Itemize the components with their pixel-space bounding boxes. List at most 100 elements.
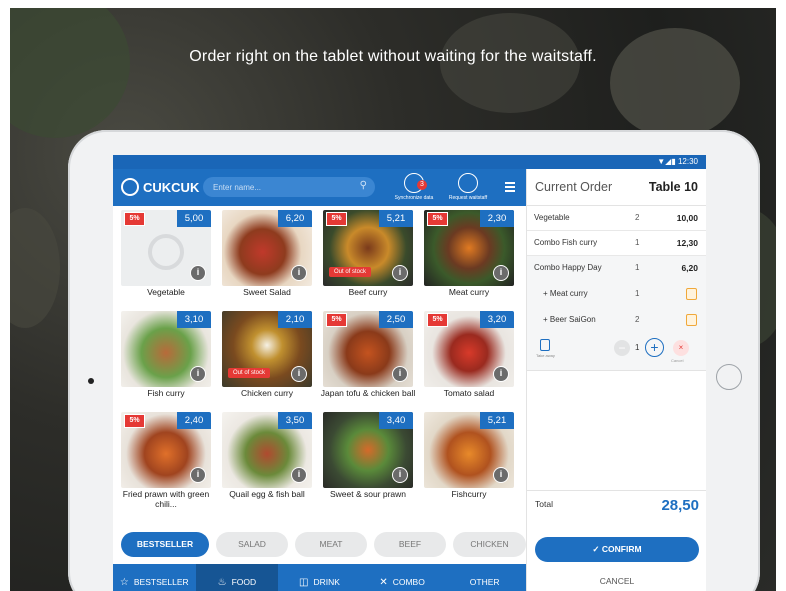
info-icon[interactable]: i	[291, 366, 307, 382]
order-line[interactable]: Combo Fish curry 1 12,30	[527, 231, 706, 256]
category-chip-beef[interactable]: BEEF	[374, 532, 446, 557]
info-icon[interactable]: i	[392, 265, 408, 281]
menu-item-card[interactable]: 5% 3,20 i Tomato salad	[424, 311, 514, 409]
note-icon[interactable]	[686, 314, 697, 326]
price-tag: 2,10	[278, 311, 312, 328]
food-image: 5% 2,30 i	[424, 210, 514, 286]
menu-item-name: Vegetable	[147, 287, 185, 297]
price-tag: 5,21	[379, 210, 413, 227]
cup-icon: ◫	[299, 576, 309, 588]
discount-badge: 5%	[326, 212, 347, 226]
order-line-name: Combo Happy Day	[534, 263, 602, 272]
hamburger-menu-icon[interactable]	[505, 182, 515, 192]
nav-tab-combo[interactable]: ✕ COMBO	[361, 564, 444, 591]
menu-item-card[interactable]: 5% 2,30 i Meat curry	[424, 210, 514, 308]
menu-item-name: Fried prawn with green chili...	[122, 489, 210, 509]
price-tag: 3,40	[379, 412, 413, 429]
top-bar: CUKCUK ⚲ 3 Synchronize data Requ	[113, 169, 526, 206]
menu-item-card[interactable]: 5% 2,50 i Japan tofu & chicken ball	[321, 311, 415, 409]
category-chip-meat[interactable]: MEAT	[295, 532, 367, 557]
info-icon[interactable]: i	[392, 366, 408, 382]
search-icon[interactable]: ⚲	[360, 180, 367, 191]
food-image: 5% 2,50 i	[323, 311, 413, 387]
price-tag: 6,20	[278, 210, 312, 227]
order-line-price: 10,00	[676, 213, 698, 223]
category-chip-chicken[interactable]: CHICKEN	[453, 532, 526, 557]
info-icon[interactable]: i	[291, 265, 307, 281]
note-icon[interactable]	[686, 288, 697, 300]
menu-item-card[interactable]: 3,40 i Sweet & sour prawn	[323, 412, 413, 510]
menu-item-card[interactable]: 5% 5,00 i Vegetable	[121, 210, 211, 308]
menu-item-name: Chicken curry	[241, 388, 293, 398]
info-icon[interactable]: i	[190, 265, 206, 281]
price-tag: 5,00	[177, 210, 211, 227]
remove-item-button[interactable]: ×	[673, 340, 689, 356]
nav-tab-label: BESTSELLER	[133, 577, 189, 587]
price-tag: 2,30	[480, 210, 514, 227]
combo-sub-name: + Beer SaiGon	[543, 315, 596, 324]
info-icon[interactable]: i	[291, 467, 307, 483]
tablet-frame: ▼◢▮ 12:30 CUKCUK ⚲ 3	[68, 130, 760, 591]
decrease-button[interactable]: −	[614, 340, 630, 356]
food-decoration	[10, 8, 130, 138]
app-screen: ▼◢▮ 12:30 CUKCUK ⚲ 3	[113, 155, 706, 591]
cancel-button[interactable]: CANCEL	[535, 571, 699, 591]
request-waitstaff-button[interactable]: Request waitstaff	[443, 173, 493, 201]
home-button[interactable]	[716, 364, 742, 390]
combo-sub-line[interactable]: + Beer SaiGon 2	[527, 308, 706, 334]
nav-tab-drink[interactable]: ◫ DRINK	[278, 564, 361, 591]
price-tag: 2,40	[177, 412, 211, 429]
status-bar: ▼◢▮ 12:30	[113, 155, 706, 169]
menu-item-card[interactable]: 6,20 i Sweet Salad	[222, 210, 312, 308]
take-away-toggle[interactable]: Take away	[536, 339, 555, 358]
info-icon[interactable]: i	[392, 467, 408, 483]
menu-item-card[interactable]: 3,50 i Quail egg & fish ball	[222, 412, 312, 510]
menu-item-card[interactable]: 5% 5,21 Out of stock i Beef curry	[323, 210, 413, 308]
price-tag: 2,50	[379, 311, 413, 328]
menu-item-card[interactable]: 2,10 Out of stock i Chicken curry	[222, 311, 312, 409]
category-chip-salad[interactable]: SALAD	[216, 532, 288, 557]
order-line[interactable]: Vegetable 2 10,00	[527, 206, 706, 231]
search-box[interactable]: ⚲	[203, 177, 375, 198]
increase-button[interactable]: +	[645, 338, 664, 357]
status-time: 12:30	[677, 157, 698, 166]
tablet-camera	[88, 378, 94, 384]
food-decoration	[10, 208, 60, 328]
order-line-price: 12,30	[676, 238, 698, 248]
order-line-price: 6,20	[681, 263, 698, 273]
menu-item-card[interactable]: 3,10 i Fish curry	[121, 311, 211, 409]
info-icon[interactable]: i	[493, 265, 509, 281]
sync-button[interactable]: 3 Synchronize data	[391, 173, 437, 201]
menu-pane: CUKCUK ⚲ 3 Synchronize data Requ	[113, 169, 526, 591]
info-icon[interactable]: i	[190, 467, 206, 483]
placeholder-plate-icon	[148, 234, 184, 270]
price-tag: 3,50	[278, 412, 312, 429]
nav-tab-bestseller[interactable]: ☆ BESTSELLER	[113, 564, 196, 591]
order-line-name: Vegetable	[534, 213, 570, 222]
info-icon[interactable]: i	[493, 467, 509, 483]
sync-label: Synchronize data	[394, 195, 434, 201]
logo-text: CUKCUK	[143, 179, 200, 195]
take-away-label: Take away	[536, 353, 555, 358]
combo-sub-line[interactable]: + Meat curry 1	[527, 282, 706, 308]
out-of-stock-badge: Out of stock	[228, 368, 271, 378]
search-input[interactable]	[203, 177, 353, 198]
menu-item-card[interactable]: 5,21 i Fishcurry	[424, 412, 514, 510]
menu-item-card[interactable]: 5% 2,40 i Fried prawn with green chili..…	[121, 412, 211, 510]
order-line-name: Combo Fish curry	[534, 238, 598, 247]
out-of-stock-badge: Out of stock	[329, 267, 372, 277]
discount-badge: 5%	[124, 212, 145, 226]
confirm-button[interactable]: ✓ CONFIRM	[535, 537, 699, 562]
info-icon[interactable]: i	[190, 366, 206, 382]
nav-tab-food[interactable]: ♨ FOOD	[195, 564, 279, 591]
food-image: 5% 5,00 i	[121, 210, 211, 286]
combo-sub-name: + Meat curry	[543, 289, 588, 298]
nav-tab-other[interactable]: OTHER	[443, 564, 526, 591]
hand-icon	[458, 173, 478, 193]
cloud-sync-icon: 3	[404, 173, 427, 193]
info-icon[interactable]: i	[493, 366, 509, 382]
category-chip-bestseller[interactable]: BESTSELLER	[121, 532, 209, 557]
order-line[interactable]: Combo Happy Day 1 6,20	[527, 256, 706, 282]
app-logo: CUKCUK	[121, 178, 199, 196]
total-value: 28,50	[661, 497, 699, 514]
